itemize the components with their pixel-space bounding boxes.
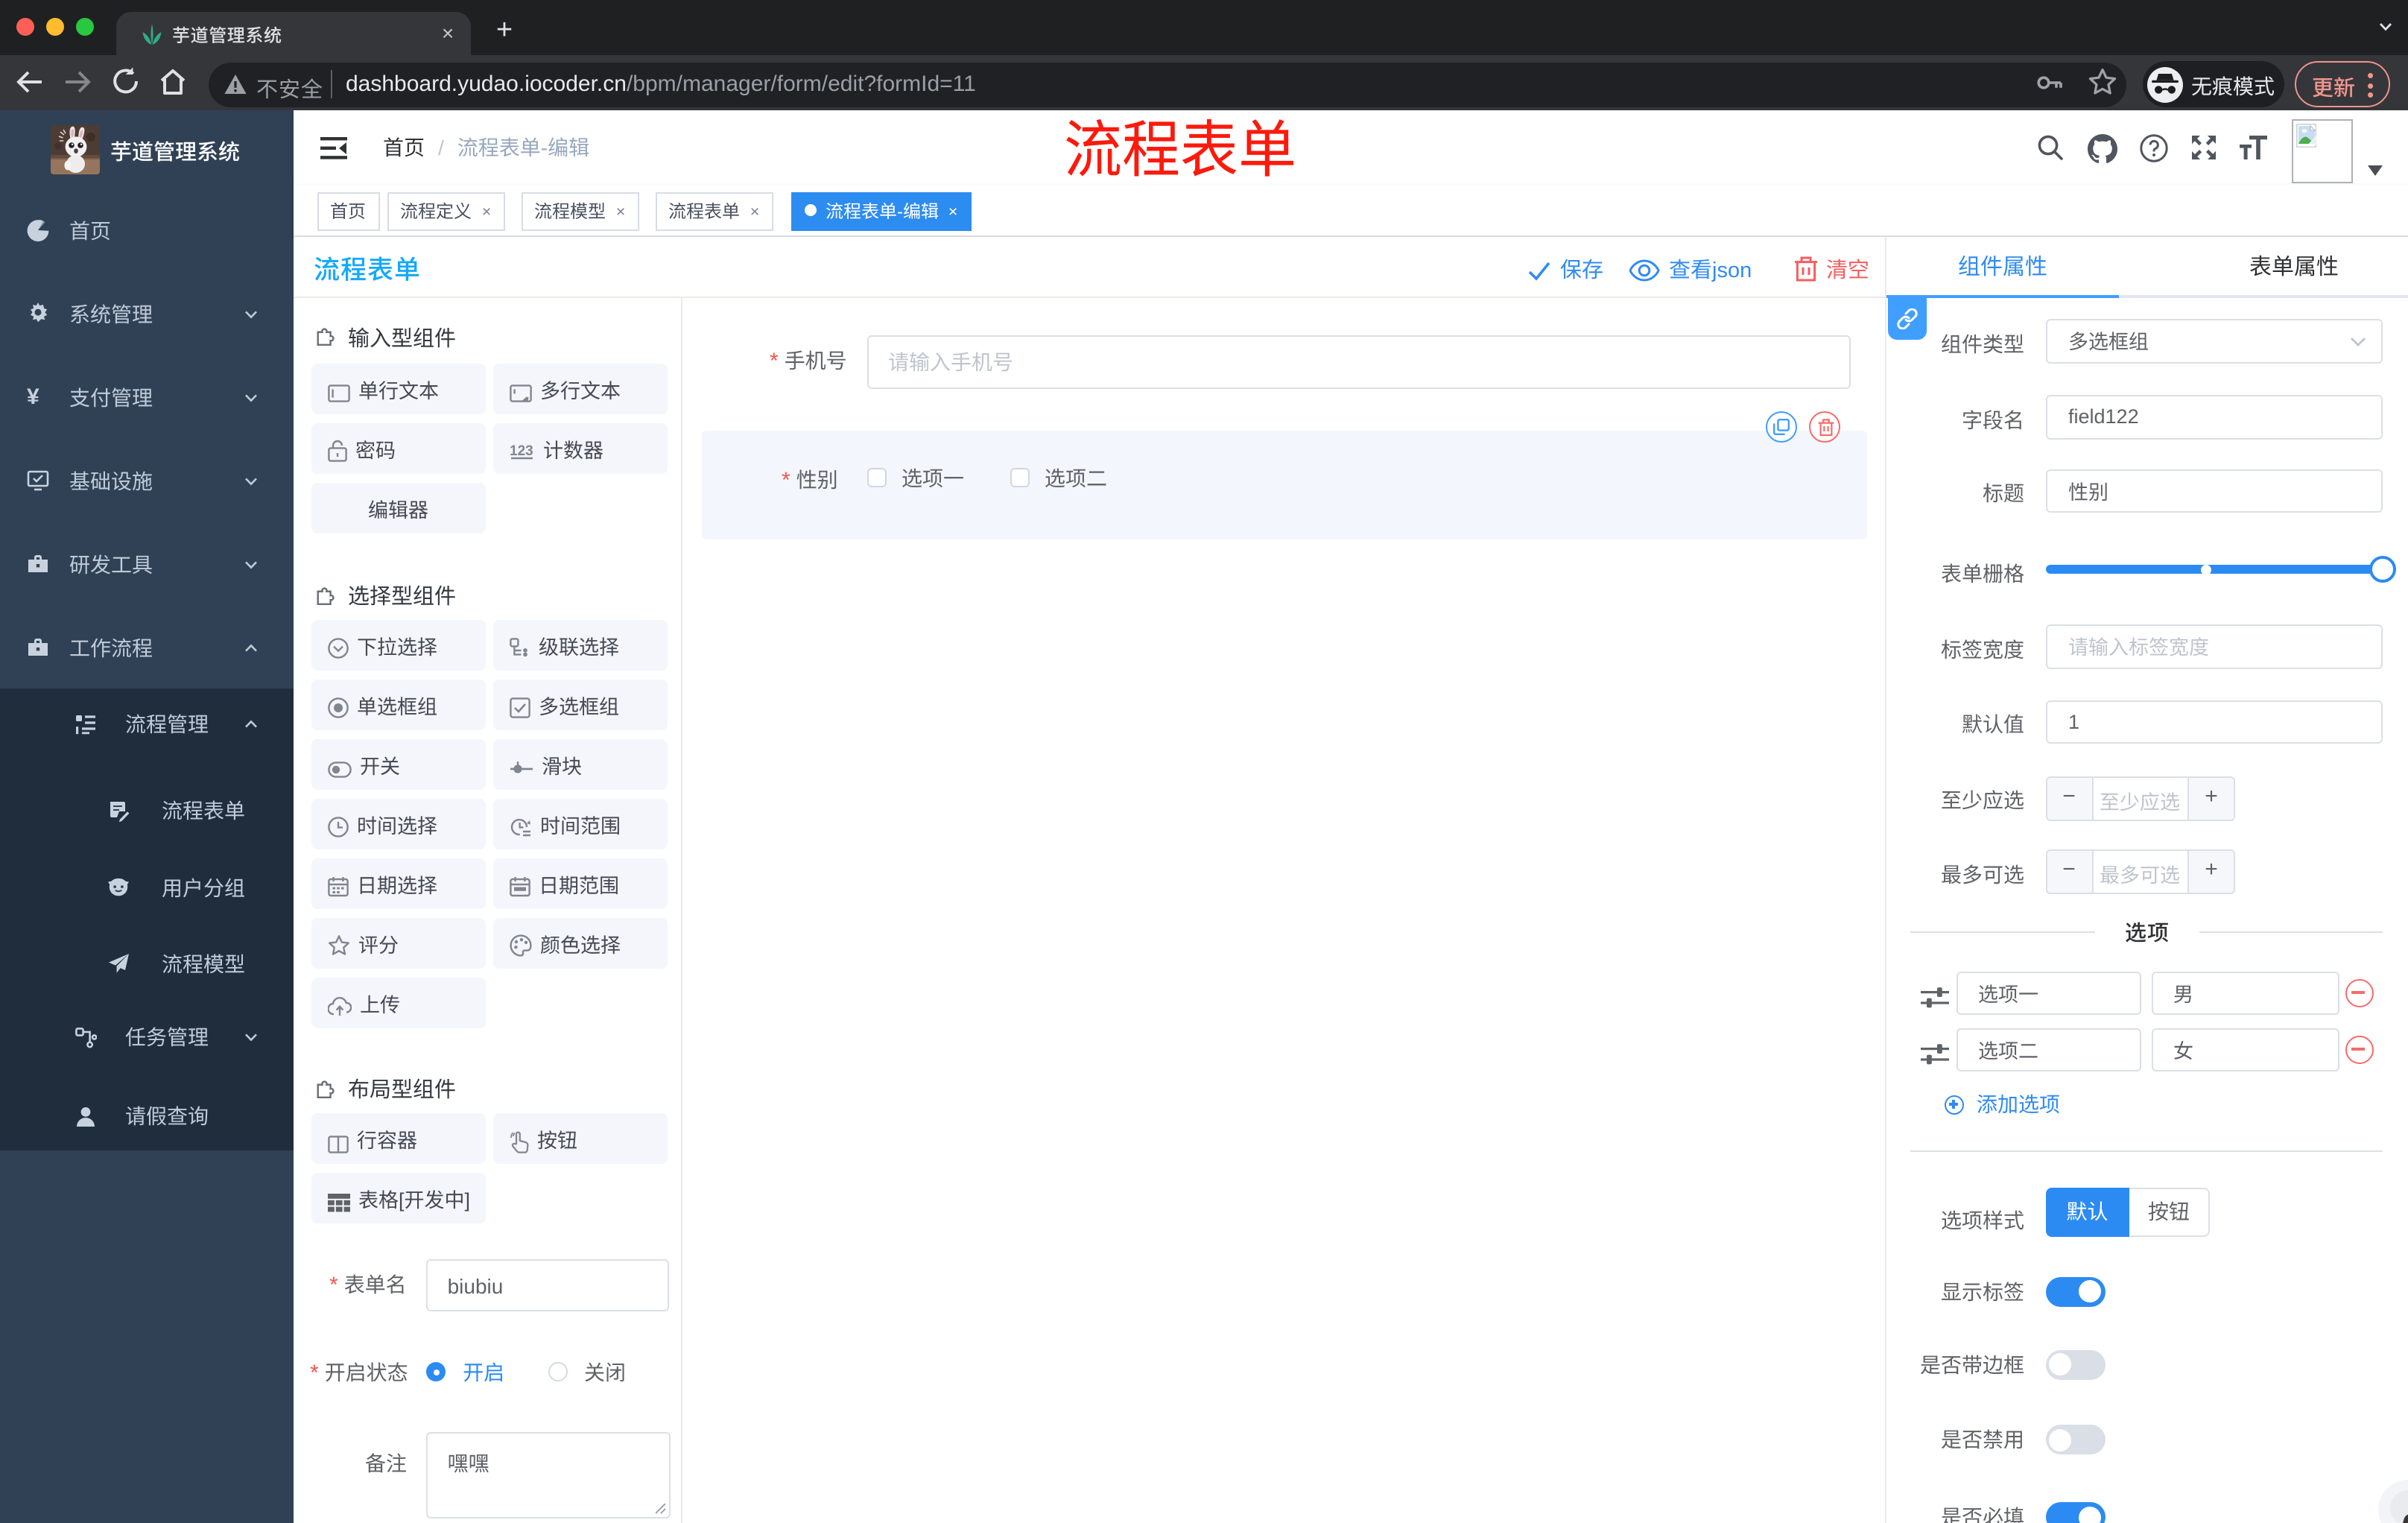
svg-text:123: 123	[509, 443, 533, 459]
